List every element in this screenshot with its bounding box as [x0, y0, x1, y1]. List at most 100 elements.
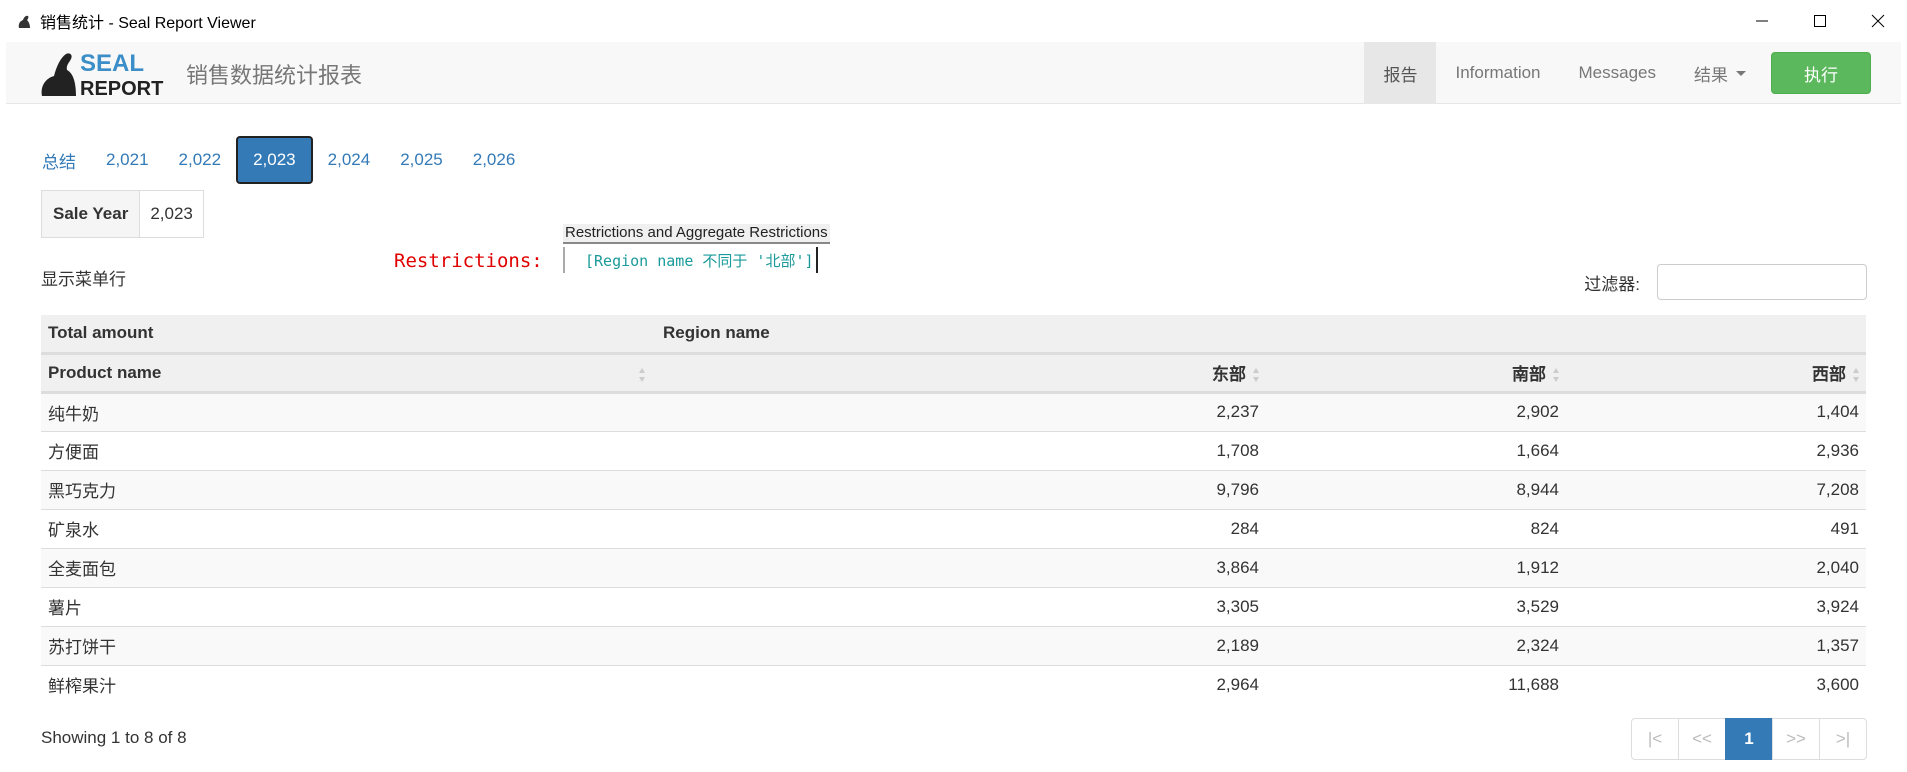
seal-report-logo[interactable]: SEAL REPORT — [40, 46, 170, 101]
cell-product: 全麦面包 — [41, 547, 656, 587]
nav-item-information[interactable]: Information — [1436, 42, 1559, 104]
table-row: 黑巧克力 9,796 8,944 7,208 — [41, 469, 1866, 509]
cell-product: 纯牛奶 — [41, 391, 656, 431]
tab-2024[interactable]: 2,024 — [313, 136, 386, 184]
filter-input[interactable] — [1657, 264, 1867, 300]
nav-item-messages[interactable]: Messages — [1560, 42, 1675, 104]
table-row: 方便面 1,708 1,664 2,936 — [41, 430, 1866, 470]
sale-year-info: Sale Year 2,023 — [41, 190, 204, 238]
minimize-button[interactable] — [1733, 0, 1791, 42]
cell-south: 8,944 — [1266, 469, 1566, 509]
cell-east: 2,189 — [656, 625, 1266, 665]
cell-east: 3,864 — [656, 547, 1266, 587]
brand-line1: SEAL — [80, 50, 144, 77]
cell-south: 824 — [1266, 508, 1566, 548]
tab-2021[interactable]: 2,021 — [91, 136, 164, 184]
table-row: 鲜榨果汁 2,964 11,688 3,600 — [41, 664, 1866, 704]
header-east-cell[interactable]: 东部 — [656, 353, 1266, 394]
cell-south: 2,902 — [1266, 391, 1566, 431]
tab-2023[interactable]: 2,023 — [236, 136, 313, 184]
cell-west: 2,936 — [1566, 430, 1866, 470]
window-title: 销售统计 - Seal Report Viewer — [40, 15, 256, 32]
brand-line2: REPORT — [80, 78, 163, 100]
close-button[interactable] — [1849, 0, 1907, 42]
cell-south: 11,688 — [1266, 664, 1566, 704]
table-row: 纯牛奶 2,237 2,902 1,404 — [41, 391, 1866, 431]
cell-east: 1,708 — [656, 430, 1266, 470]
cell-south: 2,324 — [1266, 625, 1566, 665]
page-prev-button[interactable]: << — [1678, 718, 1726, 760]
sort-icon — [1253, 367, 1259, 382]
minimize-icon — [1756, 20, 1768, 22]
cell-west: 1,357 — [1566, 625, 1866, 665]
sort-icon — [1853, 367, 1859, 382]
header-south: 南部 — [1512, 365, 1546, 384]
cell-east: 284 — [656, 508, 1266, 548]
cell-south: 1,664 — [1266, 430, 1566, 470]
cell-east: 2,237 — [656, 391, 1266, 431]
table-header-row: Total amount Region name — [41, 315, 1866, 355]
cell-south: 3,529 — [1266, 586, 1566, 626]
nav-item-results-dropdown[interactable]: 结果 — [1675, 42, 1765, 104]
close-icon — [1871, 14, 1885, 28]
cell-east: 9,796 — [656, 469, 1266, 509]
restrictions-value[interactable]: [Region name 不同于 '北部'] — [563, 247, 818, 273]
sale-year-label: Sale Year — [42, 191, 141, 237]
page-1-button[interactable]: 1 — [1725, 718, 1773, 760]
header-product-name: Product name — [48, 362, 162, 382]
tab-2025[interactable]: 2,025 — [385, 136, 458, 184]
table-column-header-row: Product name 东部 南部 西部 — [41, 353, 1866, 394]
sort-icon — [1553, 367, 1559, 382]
header-total-amount: Total amount — [41, 315, 656, 355]
nav-item-report[interactable]: 报告 — [1364, 42, 1437, 104]
page-last-button[interactable]: >| — [1819, 718, 1867, 760]
restrictions-tooltip: Restrictions and Aggregate Restrictions — [563, 224, 830, 244]
table-row: 苏打饼干 2,189 2,324 1,357 — [41, 625, 1866, 665]
cell-product: 方便面 — [41, 430, 656, 470]
pagination: |< << 1 >> >| — [1631, 718, 1867, 760]
table-row: 全麦面包 3,864 1,912 2,040 — [41, 547, 1866, 587]
run-button[interactable]: 执行 — [1771, 52, 1871, 94]
sale-year-value: 2,023 — [150, 204, 193, 223]
cell-west: 3,600 — [1566, 664, 1866, 704]
cell-west: 7,208 — [1566, 469, 1866, 509]
show-menu-link[interactable]: 显示菜单行 — [41, 265, 126, 290]
view-tabs: 总结 2,021 2,022 2,023 2,024 2,025 2,026 — [34, 136, 530, 184]
cell-product: 黑巧克力 — [41, 469, 656, 509]
cell-south: 1,912 — [1266, 547, 1566, 587]
header-region-name: Region name — [656, 315, 1866, 355]
maximize-icon — [1814, 15, 1826, 27]
tab-summary[interactable]: 总结 — [34, 136, 91, 184]
restrictions-label: Restrictions: — [394, 250, 543, 272]
window-titlebar: 销售统计 - Seal Report Viewer — [0, 0, 1907, 42]
header-product-name-cell[interactable]: Product name — [41, 353, 656, 394]
seal-app-icon — [18, 15, 30, 28]
filter-label: 过滤器: — [1584, 274, 1640, 294]
caret-down-icon — [1736, 70, 1746, 76]
window-controls — [1733, 0, 1907, 42]
cell-product: 薯片 — [41, 586, 656, 626]
cell-product: 苏打饼干 — [41, 625, 656, 665]
header-west-cell[interactable]: 西部 — [1566, 353, 1866, 394]
page-first-button[interactable]: |< — [1631, 718, 1679, 760]
cell-west: 2,040 — [1566, 547, 1866, 587]
nav-items: 报告 Information Messages 结果 执行 — [1364, 42, 1901, 104]
filter-group: 过滤器: — [1584, 264, 1867, 300]
cell-west: 1,404 — [1566, 391, 1866, 431]
page-next-button[interactable]: >> — [1772, 718, 1820, 760]
cell-east: 3,305 — [656, 586, 1266, 626]
tab-2026[interactable]: 2,026 — [458, 136, 531, 184]
table-row: 矿泉水 284 824 491 — [41, 508, 1866, 548]
table-row: 薯片 3,305 3,529 3,924 — [41, 586, 1866, 626]
maximize-button[interactable] — [1791, 0, 1849, 42]
tab-2022[interactable]: 2,022 — [164, 136, 237, 184]
cell-east: 2,964 — [656, 664, 1266, 704]
cell-west: 491 — [1566, 508, 1866, 548]
cell-product: 鲜榨果汁 — [41, 664, 656, 704]
cell-product: 矿泉水 — [41, 508, 656, 548]
data-table: Total amount Region name Product name 东部… — [41, 315, 1866, 704]
header-east: 东部 — [1212, 365, 1246, 384]
cell-west: 3,924 — [1566, 586, 1866, 626]
app-navbar: SEAL REPORT 销售数据统计报表 报告 Information Mess… — [6, 42, 1901, 104]
header-south-cell[interactable]: 南部 — [1266, 353, 1566, 394]
